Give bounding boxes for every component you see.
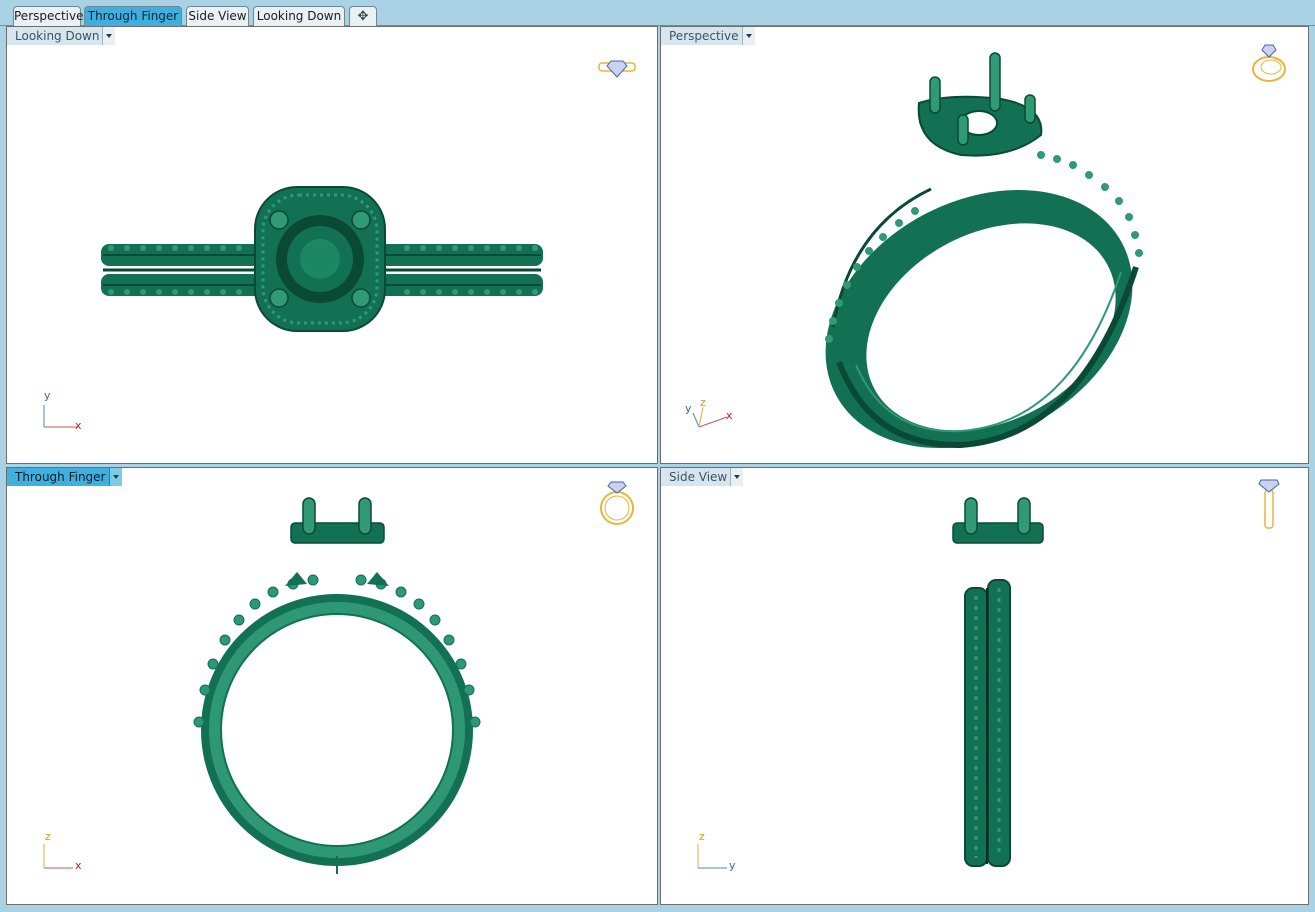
plus-icon: ✥ (357, 9, 369, 24)
axis-label-y: y (729, 859, 736, 872)
axis-label-z: z (699, 830, 705, 843)
ring-side-view-render (697, 497, 1044, 869)
viewport-side-view[interactable]: Side View y z (660, 467, 1309, 905)
ring-front-view-icon (600, 481, 634, 525)
axis-label-x: x (726, 409, 733, 422)
axis-label-z: z (700, 396, 706, 409)
new-tab-button[interactable]: ✥ (349, 6, 377, 26)
tab-through-finger[interactable]: Through Finger (84, 6, 182, 26)
tab-looking-down[interactable]: Looking Down (253, 6, 345, 26)
ring-top-view-icon (598, 60, 636, 78)
axis-label-x: x (75, 419, 82, 432)
ring-perspective-render (692, 52, 1143, 449)
viewport-perspective[interactable]: Perspective x y z (660, 26, 1309, 464)
viewport-looking-down[interactable]: Looking Down x y (6, 26, 658, 464)
viewport-through-finger[interactable]: Through Finger x z (6, 467, 658, 905)
ring-side-view-icon (1258, 479, 1280, 529)
axis-label-y: y (685, 402, 692, 415)
viewport-tab-bar: Perspective Through Finger Side View Loo… (0, 0, 1315, 26)
ring-front-view-render (43, 497, 481, 874)
ring-perspective-icon (1252, 44, 1286, 82)
axis-label-y: y (44, 389, 51, 402)
axis-label-z: z (45, 830, 51, 843)
ring-top-view-render (43, 186, 543, 428)
axis-label-x: x (75, 859, 82, 872)
tab-perspective[interactable]: Perspective (13, 6, 84, 26)
tab-side-view[interactable]: Side View (186, 6, 249, 26)
